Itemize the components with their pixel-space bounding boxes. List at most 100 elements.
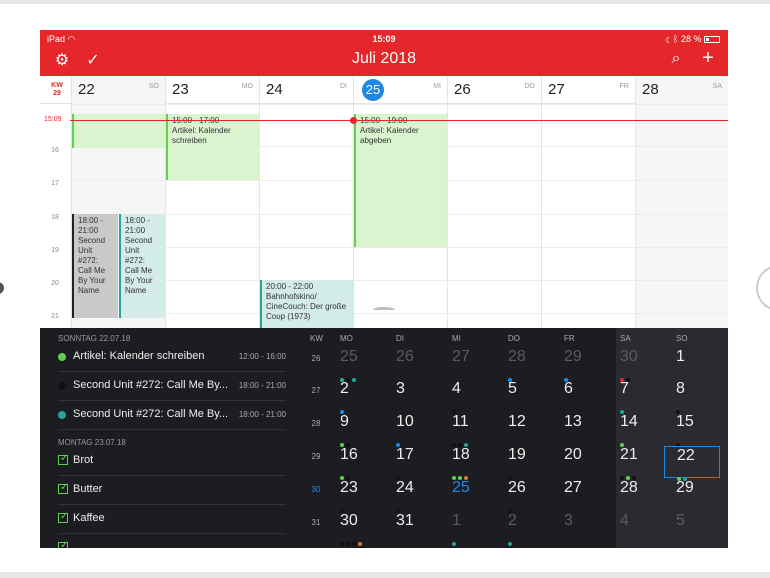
- month-week-number: 29: [311, 452, 321, 461]
- month-day-cell[interactable]: 30: [608, 348, 664, 382]
- month-day-cell[interactable]: 12: [496, 413, 552, 445]
- event-dots: [452, 401, 458, 414]
- section-header: MONTAG 23.07.18: [58, 438, 126, 447]
- current-time-line: [70, 120, 728, 121]
- hour-label: 20: [51, 280, 59, 287]
- weekend-column: [635, 104, 728, 328]
- device-frame-bottom: [0, 572, 770, 578]
- month-day-cell[interactable]: 6: [552, 380, 608, 412]
- month-day-cell[interactable]: 4: [440, 380, 496, 414]
- month-day-cell[interactable]: 28: [608, 479, 664, 511]
- month-title[interactable]: Juli 2018: [40, 50, 728, 68]
- month-day-cell[interactable]: 5: [496, 380, 552, 412]
- month-day-cell[interactable]: 11: [440, 413, 496, 447]
- month-day-cell[interactable]: 22: [664, 446, 720, 481]
- home-button[interactable]: [756, 266, 770, 310]
- event-block[interactable]: 18:00 - 21:00 Second Unit #272: Call Me …: [119, 214, 165, 318]
- checkbox[interactable]: [58, 482, 68, 494]
- month-day-cell[interactable]: 30: [328, 512, 384, 546]
- month-day-cell[interactable]: 27: [552, 479, 608, 511]
- month-day-cell[interactable]: 26: [384, 348, 440, 380]
- day-header-27[interactable]: 27 FR: [541, 76, 635, 104]
- month-day-cell[interactable]: 8: [664, 380, 720, 414]
- month-day-cell[interactable]: 1: [440, 512, 496, 546]
- hour-label: 19: [51, 247, 59, 254]
- agenda-list[interactable]: SONNTAG 22.07.18 Artikel: Kalender schre…: [40, 328, 298, 548]
- checkbox[interactable]: [58, 511, 68, 523]
- add-icon[interactable]: +: [698, 47, 718, 70]
- device-camera: [0, 282, 4, 294]
- list-item[interactable]: Second Unit #272: Call Me By... 18:00 - …: [58, 402, 286, 430]
- day-header-22[interactable]: 22 SO: [71, 76, 165, 104]
- month-view[interactable]: KW MO DI MI DO FR SA SO 26 25 26 27 28 29 30 1 2…: [302, 328, 728, 548]
- search-icon[interactable]: ⌕: [666, 50, 686, 68]
- day-header-25-today[interactable]: 25 MI: [353, 76, 447, 104]
- checkbox[interactable]: [58, 540, 68, 548]
- month-day-number: 30: [620, 348, 638, 365]
- month-day-cell[interactable]: 2: [328, 380, 384, 414]
- nav-bar: ⚙ ✓ Juli 2018 ⌕ +: [40, 46, 728, 76]
- month-day-cell[interactable]: 7: [608, 380, 664, 414]
- hour-label: 17: [51, 180, 59, 187]
- event-dots: [677, 468, 689, 481]
- event-block[interactable]: 15:00 - 19:00 Artikel: Kalender abgeben: [354, 114, 447, 247]
- month-day-number: 2: [508, 512, 517, 529]
- month-day-number: 7: [620, 380, 629, 397]
- month-day-cell[interactable]: 28: [496, 348, 552, 382]
- month-day-cell[interactable]: 16: [328, 446, 384, 480]
- month-day-number: 5: [676, 512, 685, 529]
- todo-item-partial[interactable]: [58, 535, 286, 548]
- month-day-cell[interactable]: 2: [496, 512, 552, 546]
- month-day-cell[interactable]: 25: [328, 348, 384, 382]
- month-day-cell[interactable]: 4: [608, 512, 664, 544]
- month-day-cell[interactable]: 9: [328, 413, 384, 447]
- month-day-cell[interactable]: 20: [552, 446, 608, 478]
- list-item[interactable]: Artikel: Kalender schreiben 12:00 - 16:0…: [58, 344, 286, 372]
- day-header-26[interactable]: 26 DO: [447, 76, 541, 104]
- week-grid[interactable]: 16 17 18 19 20 21 15:00 - 17:00 Artikel:…: [40, 104, 728, 328]
- month-day-number: 1: [452, 512, 461, 529]
- month-day-number: 20: [564, 446, 582, 463]
- month-day-cell[interactable]: 19: [496, 446, 552, 480]
- month-day-cell[interactable]: 26: [496, 479, 552, 513]
- month-day-cell[interactable]: 29: [664, 479, 720, 511]
- drag-handle[interactable]: [373, 307, 395, 313]
- month-day-cell[interactable]: 10: [384, 413, 440, 447]
- event-block[interactable]: 20:00 - 22:00 Bahnhofskino/ CineCouch: D…: [260, 280, 353, 328]
- todo-item[interactable]: Brot: [58, 448, 286, 476]
- month-day-cell[interactable]: 21: [608, 446, 664, 480]
- event-block[interactable]: 15:00 - 17:00 Artikel: Kalender schreibe…: [166, 114, 259, 180]
- month-day-cell[interactable]: 13: [552, 413, 608, 445]
- month-day-cell[interactable]: 27: [440, 348, 496, 380]
- list-item[interactable]: Second Unit #272: Call Me By... 18:00 - …: [58, 373, 286, 401]
- checkbox[interactable]: [58, 453, 68, 465]
- bluetooth-icon: ᛒ: [673, 34, 679, 44]
- month-day-cell[interactable]: 18: [440, 446, 496, 480]
- month-day-cell[interactable]: 14: [608, 413, 664, 447]
- app-header: iPad ◠ 15:09 ☾ ᛒ 28 % ⚙ ✓ Juli 2018 ⌕ +: [40, 30, 728, 76]
- month-day-cell[interactable]: 1: [664, 348, 720, 380]
- event-dots: [396, 434, 402, 447]
- month-day-cell[interactable]: 24: [384, 479, 440, 513]
- month-day-number: 22: [677, 447, 695, 464]
- month-day-cell[interactable]: 31: [384, 512, 440, 544]
- todo-item[interactable]: Kaffee: [58, 506, 286, 534]
- day-header-23[interactable]: 23 MO: [165, 76, 259, 104]
- event-block[interactable]: 18:00 - 21:00 Second Unit #272: Call Me …: [72, 214, 118, 318]
- month-day-number: 9: [340, 413, 349, 430]
- month-day-cell[interactable]: 17: [384, 446, 440, 480]
- month-day-cell[interactable]: 3: [384, 380, 440, 412]
- month-day-cell[interactable]: 15: [664, 413, 720, 447]
- month-day-cell[interactable]: 29: [552, 348, 608, 382]
- day-header-24[interactable]: 24 DI: [259, 76, 353, 104]
- month-day-cell[interactable]: 3: [552, 512, 608, 544]
- day-header-28[interactable]: 28 SA: [635, 76, 728, 104]
- month-day-cell[interactable]: 23: [328, 479, 384, 513]
- event-dots: [508, 467, 514, 480]
- month-day-cell[interactable]: 25: [440, 479, 496, 511]
- event-dots: [620, 401, 626, 414]
- month-day-cell[interactable]: 5: [664, 512, 720, 544]
- month-day-number: 1: [676, 348, 685, 365]
- todo-item[interactable]: Butter: [58, 477, 286, 505]
- event-dots: [508, 533, 514, 546]
